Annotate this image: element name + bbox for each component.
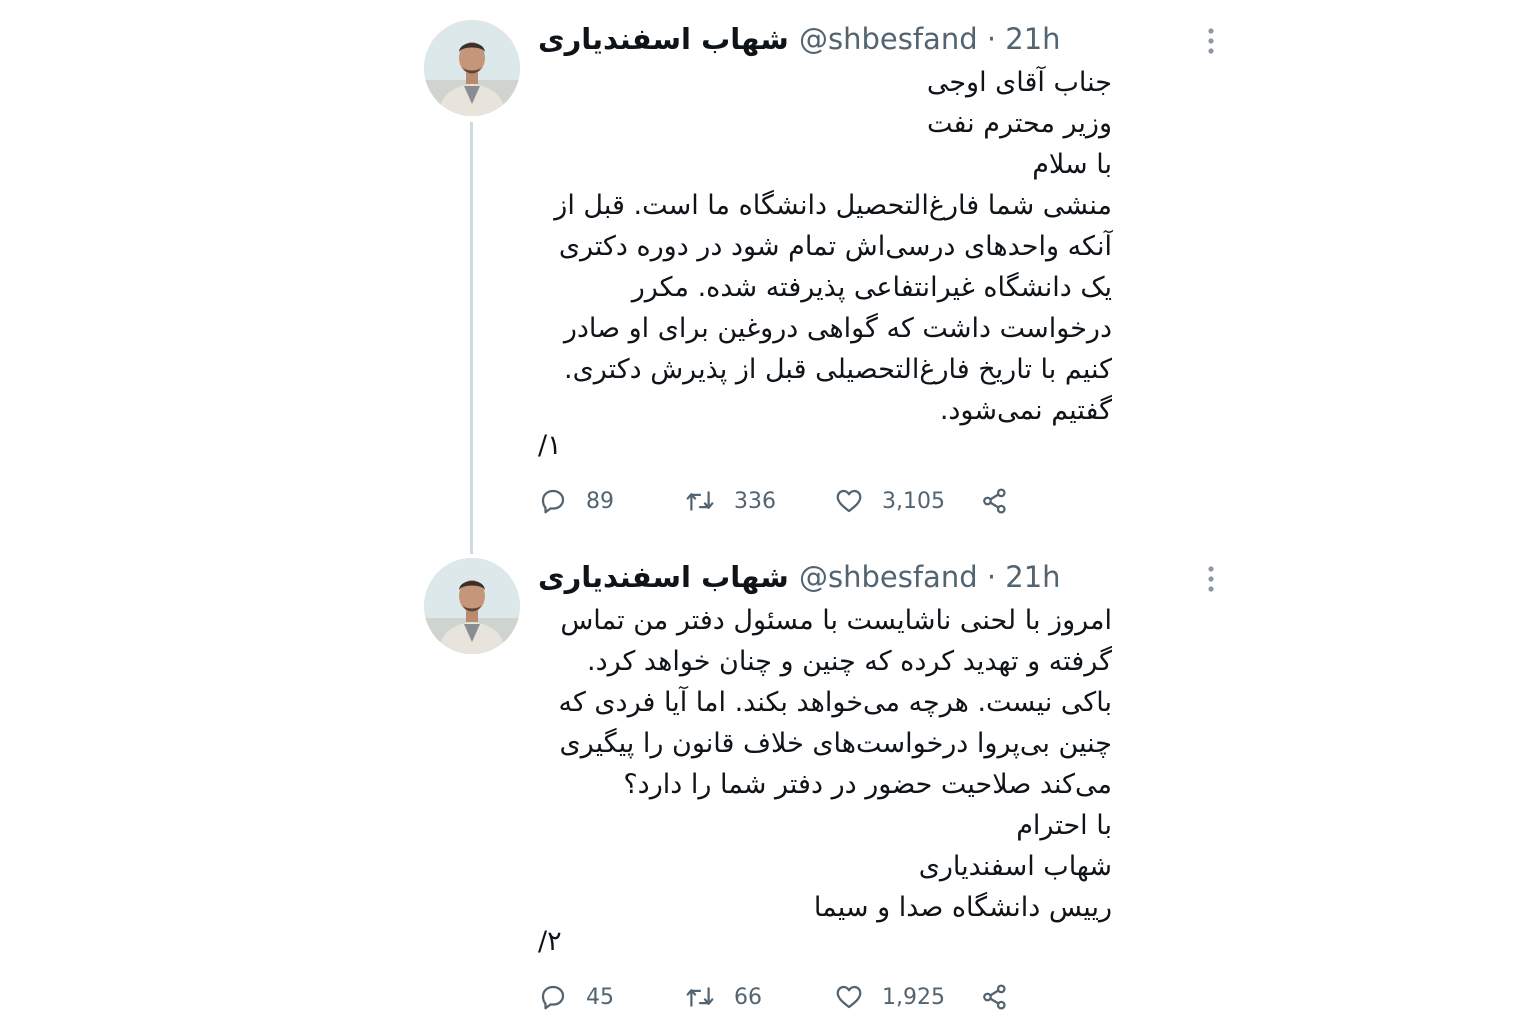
tweet-line: امروز با لحنی ناشایست با مسئول دفتر من ت… (560, 605, 1112, 636)
like-count: 1,925 (882, 984, 945, 1010)
tweet-actions: 89 336 3,105 (538, 484, 1018, 518)
reply-count: 45 (586, 984, 614, 1010)
retweet-button[interactable]: 66 (684, 980, 762, 1014)
share-icon (980, 486, 1010, 516)
like-count: 3,105 (882, 488, 945, 514)
retweet-count: 336 (734, 488, 776, 514)
tweet-thread: شهاب اسفندیاری @shbesfand · 21h جناب آقا… (0, 0, 1536, 1024)
author-name[interactable]: شهاب اسفندیاری (538, 20, 789, 58)
tweet-line: می‌کند صلاحیت حضور در دفتر شما را دارد؟ (623, 769, 1112, 800)
retweet-icon (684, 982, 716, 1012)
author-name[interactable]: شهاب اسفندیاری (538, 558, 789, 596)
tweet-text: امروز با لحنی ناشایست با مسئول دفتر من ت… (538, 600, 1112, 928)
tweet[interactable]: شهاب اسفندیاری @shbesfand · 21h جناب آقا… (424, 18, 1214, 538)
more-vertical-icon[interactable] (1206, 26, 1216, 56)
author-handle-time[interactable]: @shbesfand · 21h (799, 558, 1061, 596)
reply-button[interactable]: 45 (538, 980, 614, 1014)
retweet-count: 66 (734, 984, 762, 1010)
heart-icon (834, 486, 864, 516)
tweet-line: آنکه واحدهای درسی‌اش تمام شود در دوره دک… (558, 231, 1112, 262)
thread-counter: ۱/ (538, 430, 562, 461)
author-handle-time[interactable]: @shbesfand · 21h (799, 20, 1061, 58)
avatar[interactable] (424, 20, 520, 116)
tweet-line: گرفته و تهدید کرده که چنین و چنان خواهد … (586, 646, 1112, 677)
heart-icon (834, 982, 864, 1012)
tweet-header: شهاب اسفندیاری @shbesfand · 21h (538, 20, 1214, 58)
avatar[interactable] (424, 558, 520, 654)
tweet-line: درخواست داشت که گواهی دروغین برای او صاد… (563, 313, 1112, 344)
tweet-line: باکی نیست. هرچه می‌خواهد بکند. اما آیا ف… (558, 687, 1112, 718)
tweet-line: رییس دانشگاه صدا و سیما (813, 892, 1112, 923)
share-button[interactable] (980, 484, 1010, 518)
tweet-line: با احترام (1016, 810, 1112, 841)
tweet-header: شهاب اسفندیاری @shbesfand · 21h (538, 558, 1214, 596)
tweet-line: منشی شما فارغ‌التحصیل دانشگاه ما است. قب… (554, 190, 1112, 221)
share-button[interactable] (980, 980, 1010, 1014)
tweet-line: گفتیم نمی‌شود. (939, 395, 1112, 426)
share-icon (980, 982, 1010, 1012)
tweet-line: وزیر محترم نفت (927, 108, 1112, 139)
tweet-line: یک دانشگاه غیرانتفاعی پذیرفته شده. مکرر (631, 272, 1112, 303)
retweet-icon (684, 486, 716, 516)
tweet-actions: 45 66 1,925 (538, 980, 1018, 1014)
reply-button[interactable]: 89 (538, 484, 614, 518)
retweet-button[interactable]: 336 (684, 484, 776, 518)
reply-icon (538, 982, 568, 1012)
tweet-line: چنین بی‌پروا درخواست‌های خلاف قانون را پ… (559, 728, 1112, 759)
more-vertical-icon[interactable] (1206, 564, 1216, 594)
reply-icon (538, 486, 568, 516)
tweet-line: کنیم با تاریخ فارغ‌التحصیلی قبل از پذیرش… (564, 354, 1112, 385)
like-button[interactable]: 1,925 (834, 980, 945, 1014)
tweet-text: جناب آقای اوجی وزیر محترم نفت با سلام من… (538, 62, 1112, 431)
tweet[interactable]: شهاب اسفندیاری @shbesfand · 21h امروز با… (424, 556, 1214, 1024)
tweet-line: جناب آقای اوجی (926, 67, 1112, 98)
tweet-line: با سلام (1032, 149, 1112, 180)
reply-count: 89 (586, 488, 614, 514)
tweet-line: شهاب اسفندیاری (918, 851, 1112, 882)
thread-counter: ۲/ (538, 926, 562, 957)
like-button[interactable]: 3,105 (834, 484, 945, 518)
